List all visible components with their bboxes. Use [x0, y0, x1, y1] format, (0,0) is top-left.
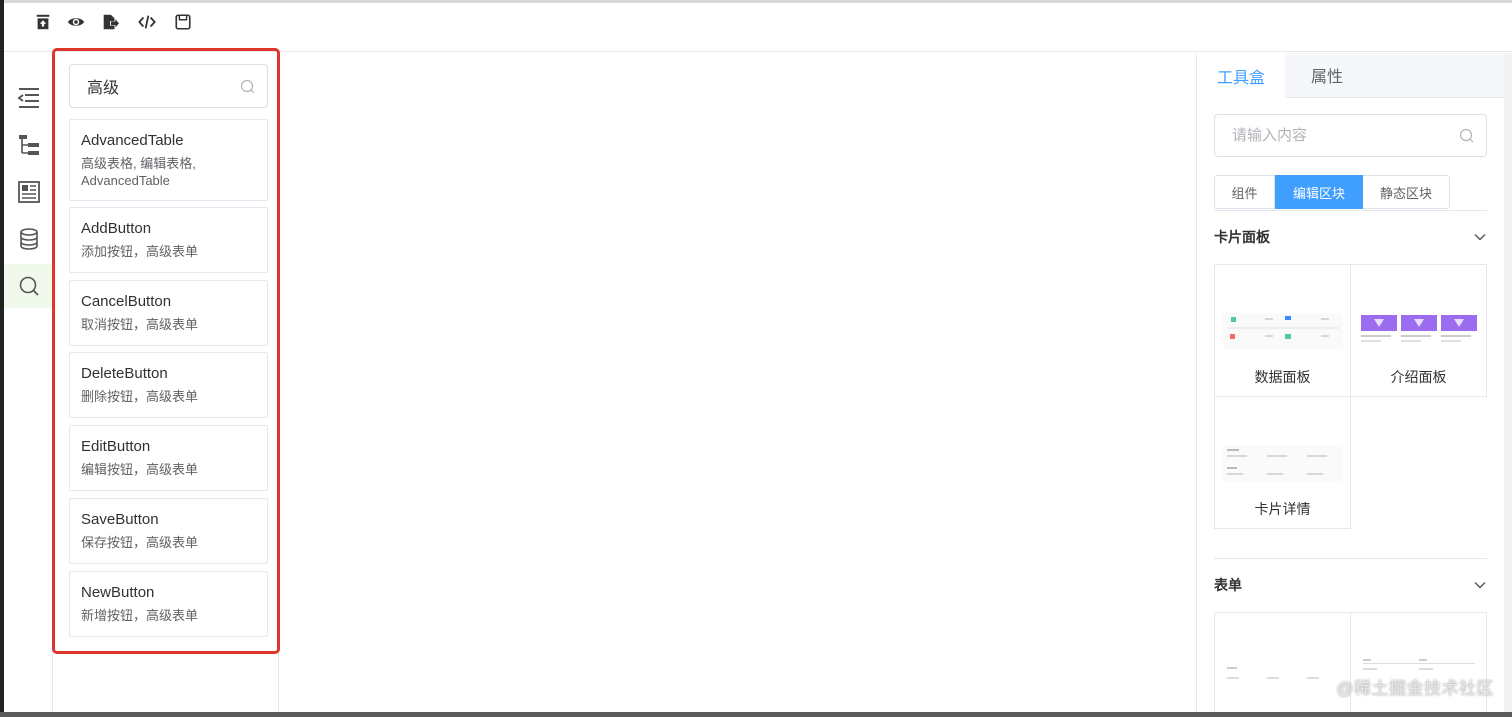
- result-item-newbutton[interactable]: NewButton 新增按钮，高级表单: [69, 571, 268, 637]
- result-desc: 编辑按钮，高级表单: [81, 462, 199, 477]
- component-search-input[interactable]: 高级: [69, 64, 268, 108]
- result-desc: 新增按钮，高级表单: [81, 608, 199, 623]
- result-desc: 取消按钮，高级表单: [81, 317, 199, 332]
- right-panel: 工具盒 属性 组件 编辑区块 静态区块 卡片面板 数据面板: [1196, 53, 1504, 712]
- block-card-intro-panel[interactable]: 介绍面板: [1350, 264, 1487, 397]
- segment-components[interactable]: 组件: [1214, 175, 1275, 209]
- intro-panel-thumbnail: [1361, 315, 1477, 342]
- result-name: SaveButton: [81, 511, 159, 528]
- result-item-addbutton[interactable]: AddButton 添加按钮，高级表单: [69, 207, 268, 273]
- section-form[interactable]: 表单: [1214, 570, 1487, 600]
- divider: [1214, 210, 1487, 211]
- block-card-data-panel[interactable]: 数据面板: [1214, 264, 1351, 397]
- tab-properties[interactable]: 属性: [1285, 53, 1504, 98]
- result-item-editbutton[interactable]: EditButton 编辑按钮，高级表单: [69, 425, 268, 491]
- top-toolbar: [4, 3, 1512, 52]
- chevron-down-icon: [1474, 234, 1486, 241]
- database-icon[interactable]: [4, 217, 53, 261]
- card-label: 数据面板: [1254, 369, 1311, 385]
- search-icon[interactable]: [4, 264, 53, 308]
- block-card-card-detail[interactable]: 卡片详情: [1214, 396, 1351, 529]
- code-icon[interactable]: [136, 11, 158, 33]
- result-name: CancelButton: [81, 293, 172, 310]
- right-panel-tabs: 工具盒 属性: [1197, 53, 1504, 98]
- search-icon: [1459, 128, 1474, 143]
- result-desc: 高级表格, 编辑表格, AdvancedTable: [81, 156, 196, 188]
- data-panel-thumbnail: [1223, 313, 1343, 349]
- left-icon-rail: [4, 53, 53, 712]
- result-item-cancelbutton[interactable]: CancelButton 取消按钮，高级表单: [69, 280, 268, 346]
- card-label: 卡片详情: [1254, 501, 1311, 517]
- block-type-switch: 组件 编辑区块 静态区块: [1214, 175, 1450, 209]
- form-thumbnail: [1227, 667, 1319, 679]
- section-card-panel[interactable]: 卡片面板: [1214, 222, 1487, 252]
- tab-toolbox[interactable]: 工具盒: [1197, 53, 1285, 98]
- toolbox-search-input[interactable]: [1232, 127, 1452, 144]
- block-card-form-1[interactable]: [1214, 612, 1351, 712]
- result-desc: 删除按钮，高级表单: [81, 389, 199, 404]
- component-search-panel: 高级 AdvancedTable 高级表格, 编辑表格, AdvancedTab…: [53, 53, 279, 712]
- tree-icon[interactable]: [4, 123, 53, 167]
- watermark: @稀土掘金技术社区: [1336, 679, 1494, 698]
- outline-icon[interactable]: [4, 76, 53, 120]
- search-query: 高级: [87, 80, 120, 97]
- toolbox-search-field[interactable]: [1214, 114, 1487, 157]
- right-scroll-gutter: [1504, 53, 1512, 712]
- result-item-deletebutton[interactable]: DeleteButton 删除按钮，高级表单: [69, 352, 268, 418]
- chevron-down-icon: [1474, 582, 1486, 589]
- preview-icon[interactable]: [65, 11, 87, 33]
- search-icon: [240, 79, 255, 94]
- section-title: 表单: [1214, 577, 1242, 593]
- upload-icon[interactable]: [32, 11, 54, 33]
- result-item-savebutton[interactable]: SaveButton 保存按钮，高级表单: [69, 498, 268, 564]
- segment-edit-blocks[interactable]: 编辑区块: [1275, 175, 1363, 209]
- result-desc: 添加按钮，高级表单: [81, 244, 199, 259]
- result-name: AdvancedTable: [81, 132, 184, 149]
- result-name: NewButton: [81, 584, 155, 601]
- result-name: AddButton: [81, 220, 152, 237]
- section-title: 卡片面板: [1214, 229, 1270, 245]
- divider: [1214, 558, 1487, 559]
- result-name: DeleteButton: [81, 365, 168, 382]
- window-bottom-edge: [0, 712, 1512, 717]
- layout-icon[interactable]: [4, 170, 53, 214]
- export-icon[interactable]: [99, 11, 121, 33]
- result-desc: 保存按钮，高级表单: [81, 535, 199, 550]
- segment-static-blocks[interactable]: 静态区块: [1363, 175, 1450, 209]
- card-label: 介绍面板: [1390, 369, 1447, 385]
- result-name: EditButton: [81, 438, 151, 455]
- card-detail-thumbnail: [1223, 445, 1343, 481]
- save-icon[interactable]: [172, 11, 194, 33]
- result-item-advancedtable[interactable]: AdvancedTable 高级表格, 编辑表格, AdvancedTable: [69, 119, 268, 201]
